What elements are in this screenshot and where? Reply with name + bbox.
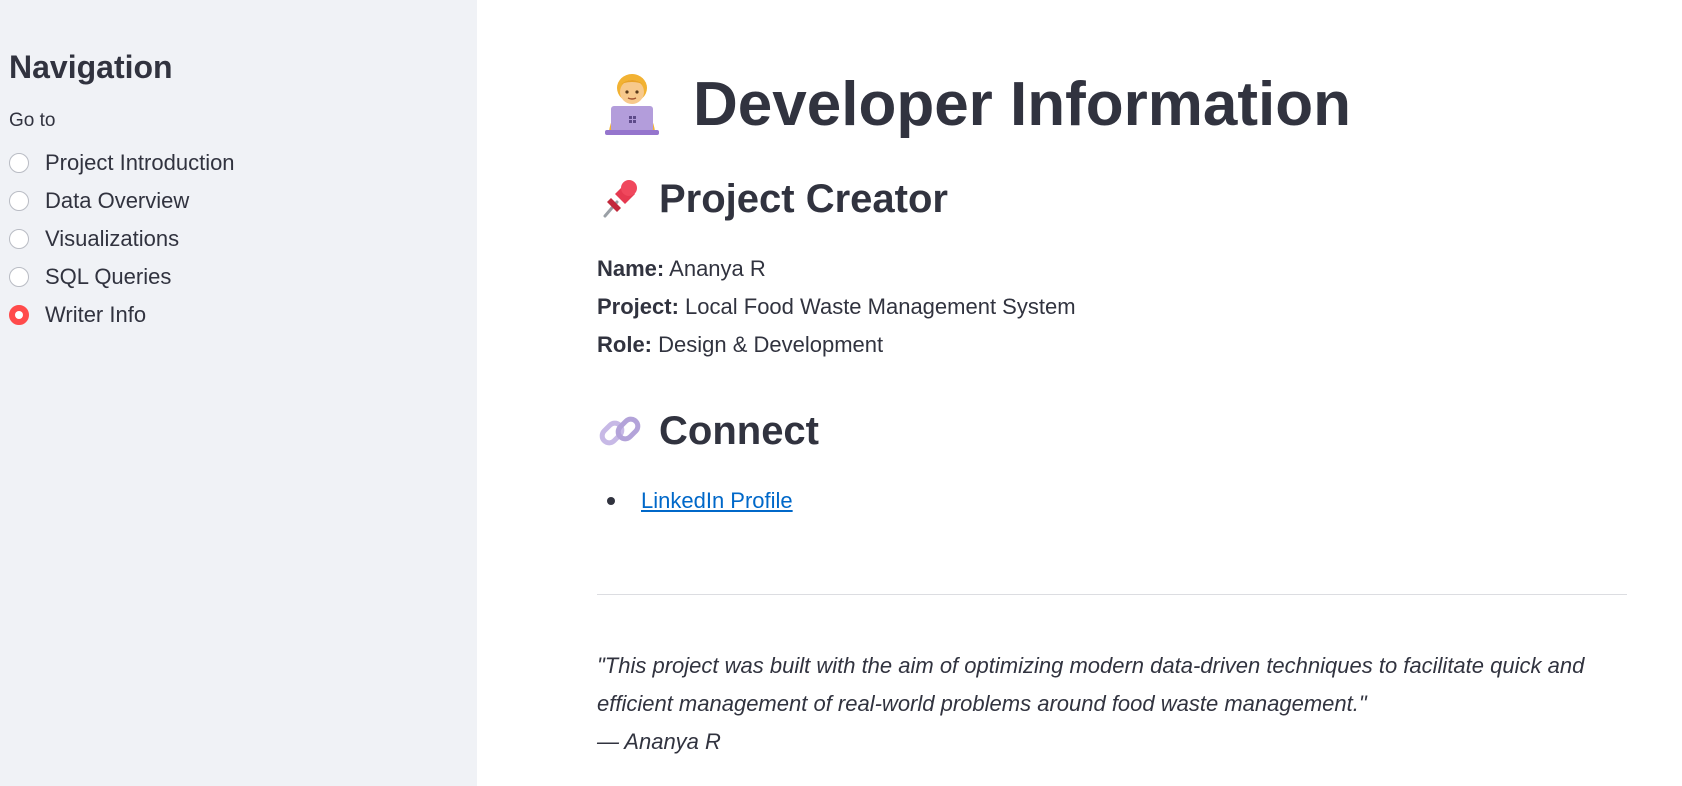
sidebar: Navigation Go to Project Introduction Da… <box>0 0 477 786</box>
creator-name-line: Name: Ananya R <box>597 250 1682 288</box>
radio-option-label: Visualizations <box>45 226 180 252</box>
technologist-emoji-icon <box>597 70 667 140</box>
project-label: Project: <box>597 294 679 319</box>
quote-text: "This project was built with the aim of … <box>597 653 1585 716</box>
radio-button-selected-icon[interactable] <box>9 305 29 326</box>
pushpin-icon <box>597 176 643 222</box>
divider <box>597 594 1627 595</box>
radio-button-icon[interactable] <box>9 267 29 288</box>
radio-button-icon[interactable] <box>9 153 29 174</box>
link-icon <box>597 408 643 454</box>
project-creator-header: Project Creator <box>597 176 1682 222</box>
project-value: Local Food Waste Management System <box>685 294 1076 319</box>
radio-button-icon[interactable] <box>9 229 29 250</box>
creator-project-line: Project: Local Food Waste Management Sys… <box>597 288 1682 326</box>
quote-attribution: — Ananya R <box>597 729 721 754</box>
connect-links-list: LinkedIn Profile <box>597 482 1682 520</box>
role-value: Design & Development <box>658 332 884 357</box>
radio-option-project-introduction[interactable]: Project Introduction <box>9 144 477 182</box>
section-title-connect: Connect <box>659 408 819 453</box>
app-root: Navigation Go to Project Introduction Da… <box>0 0 1682 786</box>
list-item: LinkedIn Profile <box>607 482 1682 520</box>
linkedin-profile-link[interactable]: LinkedIn Profile <box>641 488 793 513</box>
radio-option-writer-info[interactable]: Writer Info <box>9 296 477 334</box>
role-label: Role: <box>597 332 652 357</box>
radio-button-icon[interactable] <box>9 191 29 212</box>
radio-option-visualizations[interactable]: Visualizations <box>9 220 477 258</box>
radio-option-label: Writer Info <box>45 302 147 328</box>
radio-option-sql-queries[interactable]: SQL Queries <box>9 258 477 296</box>
radio-option-label: SQL Queries <box>45 264 172 290</box>
name-label: Name: <box>597 256 665 281</box>
creator-info: Name: Ananya R Project: Local Food Waste… <box>597 250 1682 364</box>
name-value: Ananya R <box>669 256 766 281</box>
radio-option-label: Project Introduction <box>45 150 235 176</box>
page-header: Developer Information <box>597 70 1682 140</box>
radio-option-label: Data Overview <box>45 188 190 214</box>
creator-role-line: Role: Design & Development <box>597 326 1682 364</box>
connect-header: Connect <box>597 408 1682 454</box>
radio-group-label: Go to <box>9 110 56 132</box>
sidebar-title: Navigation <box>9 49 173 85</box>
navigation-radio-group: Project Introduction Data Overview Visua… <box>9 144 477 334</box>
quote-block: "This project was built with the aim of … <box>597 647 1637 761</box>
main-content: Developer Information Project Creator Na… <box>477 0 1682 786</box>
section-title-project-creator: Project Creator <box>659 176 948 221</box>
radio-option-data-overview[interactable]: Data Overview <box>9 182 477 220</box>
page-title: Developer Information <box>693 70 1351 139</box>
